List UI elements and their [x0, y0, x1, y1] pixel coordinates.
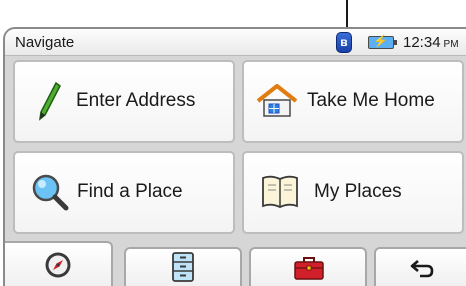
clock-ampm: PM: [443, 39, 459, 50]
find-a-place-button[interactable]: Find a Place: [13, 151, 235, 234]
battery-charging-icon: ⚡: [368, 34, 397, 49]
enter-address-button[interactable]: Enter Address: [13, 60, 235, 143]
my-places-label: My Places: [314, 181, 402, 202]
tab-back[interactable]: [374, 247, 466, 286]
compass-icon: [45, 252, 71, 278]
tab-compass[interactable]: [5, 241, 113, 286]
bottom-toolbar: [5, 241, 466, 286]
my-places-button[interactable]: My Places: [242, 151, 464, 234]
device-screen: Navigate ʙ ⚡ 12:34 PM Enter Address Take …: [3, 27, 466, 286]
pencil-icon: [38, 81, 61, 121]
bluetooth-icon: ʙ: [336, 32, 352, 53]
clock: 12:34 PM: [403, 34, 459, 51]
enter-address-label: Enter Address: [76, 90, 196, 111]
clock-time: 12:34: [403, 34, 441, 51]
status-bar: Navigate ʙ ⚡ 12:34 PM: [5, 29, 466, 56]
toolbox-icon: [294, 257, 324, 280]
find-a-place-label: Find a Place: [77, 181, 183, 202]
magnifier-icon: [32, 174, 69, 211]
tab-toolbox[interactable]: [249, 247, 367, 286]
take-me-home-button[interactable]: Take Me Home: [242, 60, 464, 143]
menu-grid: Enter Address Take Me Home Find a Place: [5, 56, 466, 241]
callout-line: [346, 0, 348, 30]
address-book-icon: [262, 175, 298, 208]
cabinet-icon: [172, 252, 194, 282]
tab-cabinet[interactable]: [124, 247, 242, 286]
house-icon: [256, 84, 298, 117]
take-me-home-label: Take Me Home: [307, 90, 435, 111]
window-title: Navigate: [15, 34, 75, 51]
back-arrow-icon: [410, 260, 434, 278]
